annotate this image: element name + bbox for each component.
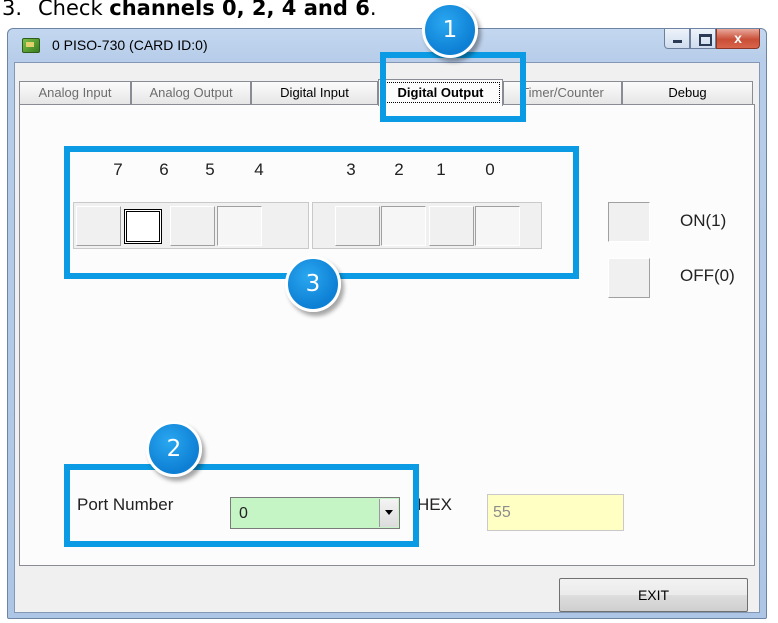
legend-on-indicator [608, 202, 650, 242]
hex-label: HEX [417, 495, 452, 514]
tab-label: Debug [668, 85, 707, 100]
minimize-button[interactable] [664, 29, 690, 49]
instruction-prefix: Check [38, 0, 110, 20]
hex-value-field[interactable]: 55 [487, 494, 624, 531]
tab-label: Digital Input [280, 85, 349, 100]
legend-off-label: OFF(0) [680, 266, 735, 285]
tab-label: Timer/Counter [521, 85, 604, 100]
instruction-suffix: . [369, 0, 377, 20]
card-app-icon[interactable] [22, 38, 40, 53]
exit-button[interactable]: EXIT [559, 578, 748, 612]
legend-on-label: ON(1) [680, 211, 727, 230]
callout-box-tab [380, 52, 526, 122]
maximize-button[interactable] [690, 29, 716, 49]
hex-value: 55 [493, 504, 511, 521]
tab-debug[interactable]: Debug [622, 81, 753, 104]
tab-label: Analog Input [38, 85, 112, 100]
instruction-bold: channels 0, 2, 4 and 6 [109, 0, 370, 20]
exit-label: EXIT [637, 587, 670, 603]
tab-label: Analog Output [149, 85, 233, 100]
close-button[interactable]: x [716, 29, 760, 49]
instruction-line: 3. Check channels 0, 2, 4 and 6. [0, 0, 377, 28]
callout-badge-3: 3 [285, 256, 341, 312]
tab-analog-output[interactable]: Analog Output [131, 81, 251, 104]
tab-digital-input[interactable]: Digital Input [251, 81, 378, 104]
callout-badge-1: 1 [422, 2, 478, 58]
tab-analog-input[interactable]: Analog Input [19, 81, 131, 104]
legend-off-indicator [608, 258, 650, 298]
step-number: 3. [2, 0, 23, 20]
caption-buttons: x [664, 29, 760, 49]
callout-box-port [64, 464, 419, 547]
close-icon: x [734, 30, 742, 46]
window-title: 0 PISO-730 (CARD ID:0) [52, 37, 208, 53]
callout-badge-2: 2 [146, 421, 202, 477]
